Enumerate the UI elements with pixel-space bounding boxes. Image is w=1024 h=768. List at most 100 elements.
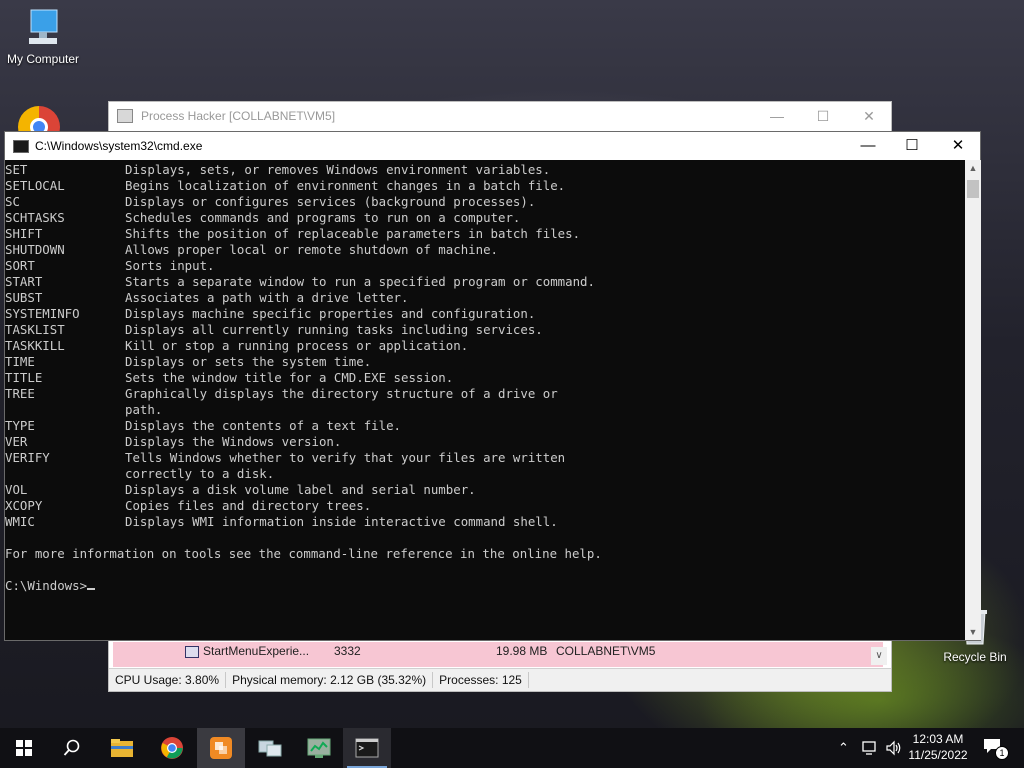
search-button[interactable] [48,728,96,768]
close-button[interactable]: ✕ [846,102,892,130]
taskbar-network-app[interactable] [246,728,294,768]
cmd-footer-text: For more information on tools see the co… [5,546,602,561]
command-name: SET [5,162,28,177]
command-name: XCOPY [5,498,43,513]
command-description: path. [125,402,163,417]
computer-icon [29,9,58,44]
vertical-scrollbar[interactable]: ▲ ▼ [965,160,981,640]
notification-badge: 1 [995,746,1009,760]
start-button[interactable] [0,728,48,768]
command-description: Displays the Windows version. [125,434,342,449]
command-name: TIME [5,354,35,369]
scroll-down-icon[interactable]: ▼ [965,624,981,640]
command-name: START [5,274,43,289]
command-name: VER [5,434,28,449]
action-center-button[interactable]: 1 [983,738,1009,760]
cmd-titlebar[interactable]: C:\Windows\system32\cmd.exe — ☐ ✕ [5,132,980,160]
taskbar-chrome[interactable] [148,728,196,768]
taskbar: ⌃ 12:03 AM 11/25/2022 1 [0,728,1024,768]
cpu-usage: CPU Usage: 3.80% [109,672,227,688]
command-description: Displays the contents of a text file. [125,418,402,433]
taskbar-file-explorer[interactable] [98,728,146,768]
command-name: SETLOCAL [5,178,65,193]
command-description: Graphically displays the directory struc… [125,386,558,401]
minimize-button[interactable]: — [845,132,891,160]
process-row[interactable] [113,661,883,667]
command-description: Starts a separate window to run a specif… [125,274,595,289]
command-name: TITLE [5,370,43,385]
command-description: Schedules commands and programs to run o… [125,210,521,225]
cmd-output[interactable]: SET Displays, sets, or removes Windows en… [5,160,964,640]
command-description: Displays a disk volume label and serial … [125,482,476,497]
taskbar-orange-app[interactable] [197,728,245,768]
command-description: Begins localization of environment chang… [125,178,566,193]
command-description: Displays WMI information inside interact… [125,514,558,529]
command-name: TASKLIST [5,322,65,337]
command-name: SYSTEMINFO [5,306,80,321]
network-icon[interactable] [862,740,880,756]
window-title: Process Hacker [COLLABNET\VM5] [141,109,336,123]
command-description: Tells Windows whether to verify that you… [125,450,566,465]
command-description: Allows proper local or remote shutdown o… [125,242,498,257]
taskbar-process-hacker[interactable] [295,728,343,768]
command-name: SUBST [5,290,43,305]
chrome-icon [161,737,183,759]
close-button[interactable]: ✕ [935,132,981,160]
command-description: Associates a path with a drive letter. [125,290,409,305]
command-name: VERIFY [5,450,50,465]
scroll-up-icon[interactable]: ▲ [965,160,981,176]
maximize-button[interactable]: ☐ [800,102,846,130]
process-name: StartMenuExperie... [203,644,310,658]
text-cursor [87,588,96,590]
desktop-icon-label: My Computer [6,52,80,66]
process-user: COLLABNET\VM5 [556,644,656,658]
cmd-app-icon [13,139,29,153]
command-name: SHIFT [5,226,43,241]
command-description: Displays all currently running tasks inc… [125,322,543,337]
window-title: C:\Windows\system32\cmd.exe [35,139,203,153]
system-clock[interactable]: 12:03 AM 11/25/2022 [906,731,970,763]
command-description: correctly to a disk. [125,466,275,481]
cmd-prompt: C:\Windows> [5,578,88,593]
minimize-button[interactable]: — [754,102,800,130]
scroll-thumb[interactable] [967,180,979,198]
volume-icon[interactable] [885,739,903,757]
chevron-down-icon[interactable]: ∨ [871,647,887,665]
taskbar-cmd[interactable] [343,728,391,768]
command-description: Shifts the position of replaceable param… [125,226,581,241]
cmd-prompt-line[interactable]: C:\Windows> [5,578,96,594]
process-hacker-statusbar: CPU Usage: 3.80% Physical memory: 2.12 G… [109,668,891,691]
file-explorer-icon [111,739,133,757]
command-description: Displays machine specific properties and… [125,306,536,321]
process-row[interactable]: StartMenuExperie... 3332 19.98 MB COLLAB… [113,642,883,661]
cmd-icon [355,738,379,758]
command-description: Sorts input. [125,258,215,273]
physical-memory: Physical memory: 2.12 GB (35.32%) [226,672,434,688]
process-hacker-app-icon [117,109,133,123]
command-name: SCHTASKS [5,210,65,225]
desktop-icon-my-computer[interactable]: My Computer [0,8,86,66]
process-memory: 19.98 MB [496,644,548,658]
process-pid: 3332 [334,644,361,658]
command-description: Displays or sets the system time. [125,354,372,369]
chevron-up-icon[interactable]: ⌃ [838,740,849,756]
clock-time: 12:03 AM [912,732,964,746]
cmd-window[interactable]: C:\Windows\system32\cmd.exe — ☐ ✕ SET Dis… [4,131,981,641]
process-hacker-titlebar[interactable]: Process Hacker [COLLABNET\VM5] — ☐ ✕ [109,102,891,130]
network-app-icon [258,740,282,757]
command-name: WMIC [5,514,35,529]
orange-app-icon [210,737,232,759]
command-description: Kill or stop a running process or applic… [125,338,469,353]
search-icon [63,739,80,756]
command-description: Sets the window title for a CMD.EXE sess… [125,370,454,385]
command-name: TASKKILL [5,338,65,353]
command-description: Displays or configures services (backgro… [125,194,536,209]
command-description: Displays, sets, or removes Windows envir… [125,162,551,177]
command-name: SHUTDOWN [5,242,65,257]
command-name: TYPE [5,418,35,433]
clock-date: 11/25/2022 [908,748,968,762]
desktop-icon-label: Recycle Bin [943,650,1007,664]
maximize-button[interactable]: ☐ [889,132,935,160]
command-name: SORT [5,258,35,273]
command-name: VOL [5,482,28,497]
